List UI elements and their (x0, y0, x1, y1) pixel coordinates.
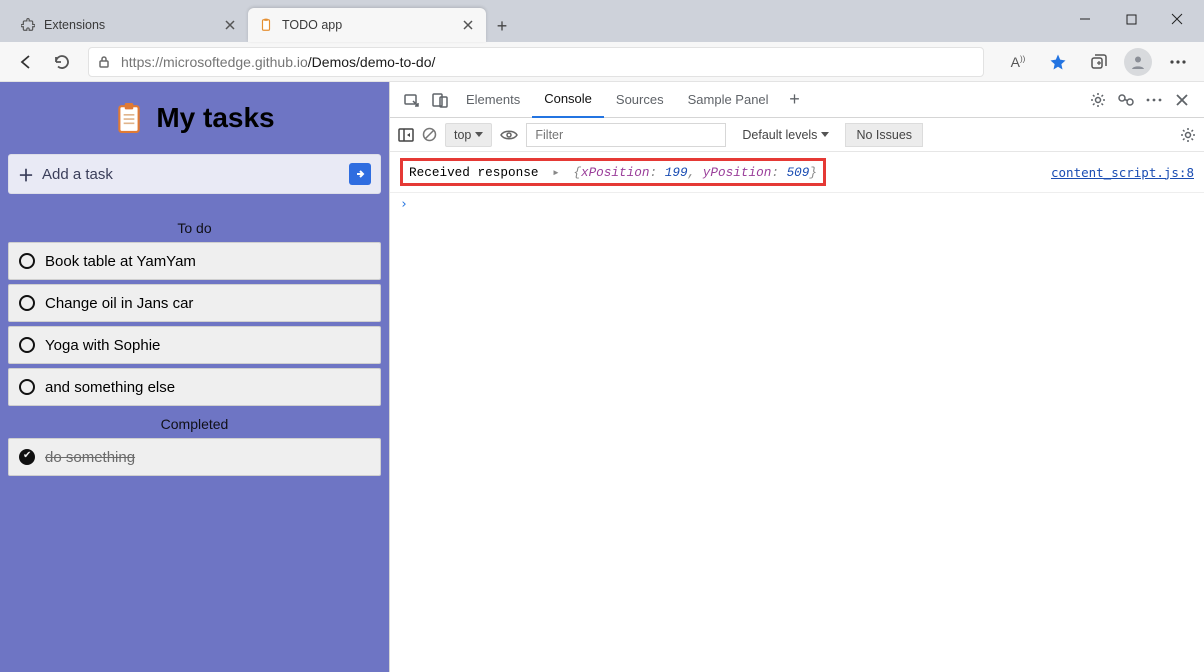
devtools-tab-sources[interactable]: Sources (604, 82, 676, 118)
add-task-placeholder: Add a task (42, 166, 113, 183)
task-checkbox-checked[interactable] (19, 449, 35, 465)
console-log-row[interactable]: Received response ▸ {xPosition: 199, yPo… (390, 152, 1204, 193)
window-titlebar: Extensions TODO app + (0, 0, 1204, 42)
submit-task-button[interactable] (349, 163, 371, 185)
task-text: and something else (45, 379, 175, 396)
back-button[interactable] (8, 46, 44, 78)
live-expression-icon[interactable] (500, 129, 518, 141)
browser-toolbar: https://microsoftedge.github.io/Demos/de… (0, 42, 1204, 82)
devtools-tab-console[interactable]: Console (532, 82, 604, 118)
chevron-down-icon (821, 132, 829, 137)
profile-button[interactable] (1120, 46, 1156, 78)
puzzle-icon (20, 17, 36, 33)
task-item[interactable]: and something else (8, 368, 381, 406)
tab-label: TODO app (282, 18, 342, 32)
task-text: Book table at YamYam (45, 253, 196, 270)
more-icon[interactable] (1160, 46, 1196, 78)
devtools-tabbar: Elements Console Sources Sample Panel + (390, 82, 1204, 118)
task-checkbox[interactable] (19, 379, 35, 395)
content-area: My tasks ＋ Add a task To do Book table a… (0, 82, 1204, 672)
close-tab-icon[interactable] (460, 17, 476, 33)
task-checkbox[interactable] (19, 253, 35, 269)
filter-input[interactable] (526, 123, 726, 147)
page-title: My tasks (156, 102, 274, 134)
devtools-tab-sample-panel[interactable]: Sample Panel (676, 82, 781, 118)
window-controls (1062, 4, 1204, 42)
read-aloud-icon[interactable]: A)) (1000, 46, 1036, 78)
log-object: {xPosition: 199, yPosition: 509} (573, 165, 817, 180)
task-checkbox[interactable] (19, 337, 35, 353)
section-completed: Completed (8, 410, 381, 438)
url-path: /Demos/demo-to-do/ (308, 54, 436, 70)
lock-icon (97, 55, 111, 69)
add-task-input[interactable]: ＋ Add a task (8, 154, 381, 194)
console-filterbar: top Default levels No Issues (390, 118, 1204, 152)
minimize-button[interactable] (1062, 4, 1108, 34)
plus-icon: ＋ (18, 162, 34, 186)
task-item[interactable]: Book table at YamYam (8, 242, 381, 280)
log-message: Received response (409, 165, 538, 180)
device-toggle-icon[interactable] (426, 92, 454, 108)
task-text: Yoga with Sophie (45, 337, 160, 354)
task-item[interactable]: Yoga with Sophie (8, 326, 381, 364)
task-text: Change oil in Jans car (45, 295, 193, 312)
log-source-link[interactable]: content_script.js:8 (1051, 165, 1194, 180)
close-window-button[interactable] (1154, 4, 1200, 34)
settings-icon[interactable] (1084, 92, 1112, 108)
favorite-icon[interactable] (1040, 46, 1076, 78)
more-icon[interactable] (1140, 98, 1168, 102)
add-tab-icon[interactable]: + (781, 89, 809, 110)
devtools-panel: Elements Console Sources Sample Panel + … (389, 82, 1204, 672)
clipboard-icon (114, 103, 144, 133)
task-item[interactable]: Change oil in Jans car (8, 284, 381, 322)
task-text: do something (45, 449, 135, 466)
task-checkbox[interactable] (19, 295, 35, 311)
maximize-button[interactable] (1108, 4, 1154, 34)
address-bar[interactable]: https://microsoftedge.github.io/Demos/de… (88, 47, 984, 77)
console-settings-icon[interactable] (1180, 127, 1196, 143)
todo-app: My tasks ＋ Add a task To do Book table a… (0, 82, 389, 672)
todo-header: My tasks (8, 102, 381, 134)
clear-console-icon[interactable] (422, 127, 437, 142)
close-tab-icon[interactable] (222, 17, 238, 33)
close-devtools-icon[interactable] (1168, 94, 1196, 106)
sidebar-toggle-icon[interactable] (398, 128, 414, 142)
tab-label: Extensions (44, 18, 105, 32)
highlighted-log: Received response ▸ {xPosition: 199, yPo… (400, 158, 826, 186)
chevron-down-icon (475, 132, 483, 137)
inspect-icon[interactable] (398, 92, 426, 108)
console-prompt[interactable]: › (390, 193, 1204, 216)
clipboard-icon (258, 17, 274, 33)
new-tab-button[interactable]: + (486, 10, 518, 42)
avatar-icon (1124, 48, 1152, 76)
url-grey: https://microsoftedge.github.io (121, 54, 308, 70)
activity-icon[interactable] (1112, 93, 1140, 107)
context-selector[interactable]: top (445, 123, 492, 147)
tab-todo-app[interactable]: TODO app (248, 8, 486, 42)
tab-extensions[interactable]: Extensions (10, 8, 248, 42)
section-todo: To do (8, 214, 381, 242)
collections-icon[interactable] (1080, 46, 1116, 78)
expand-arrow-icon[interactable]: ▸ (552, 165, 560, 180)
log-levels-selector[interactable]: Default levels (734, 123, 837, 147)
task-item-done[interactable]: do something (8, 438, 381, 476)
devtools-tab-elements[interactable]: Elements (454, 82, 532, 118)
refresh-button[interactable] (44, 46, 80, 78)
issues-button[interactable]: No Issues (845, 123, 923, 147)
